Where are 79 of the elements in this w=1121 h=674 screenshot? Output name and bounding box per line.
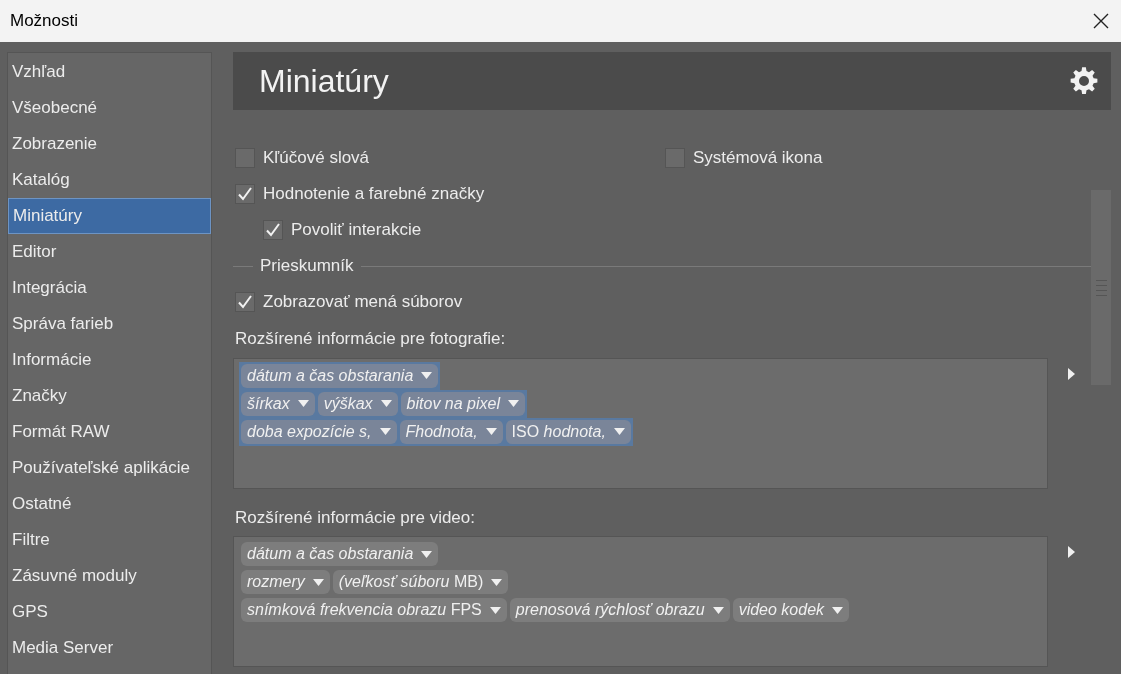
checkmark-icon [265, 222, 281, 238]
tag-text: prenosová rýchlosť obrazu [515, 600, 705, 620]
dropdown-caret-icon [832, 606, 844, 614]
info-tag[interactable]: bitov na pixel [400, 391, 525, 416]
dropdown-caret-icon [613, 428, 625, 435]
info-tag[interactable]: snímková frekvencia obrazu FPS [241, 598, 507, 622]
checkbox-label[interactable]: Hodnotenie a farebné značky [263, 181, 485, 207]
group-title: Prieskumník [259, 255, 355, 278]
sidebar-item[interactable]: Správa farieb [8, 306, 211, 342]
close-icon [1093, 13, 1109, 29]
sidebar-item[interactable]: GPS [8, 594, 211, 630]
sidebar-item[interactable]: Značky [8, 378, 211, 414]
sidebar-item[interactable]: Vzhľad [8, 54, 211, 90]
info-tag[interactable]: dátum a čas obstarania [241, 542, 439, 566]
tag-text: šírkax [247, 393, 290, 414]
tag-text: rozmery [247, 572, 305, 592]
sidebar-item[interactable]: Filtre [8, 522, 211, 558]
tag-text: snímková frekvencia obrazu FPS [247, 600, 482, 620]
tag-text: video kodek [738, 600, 825, 620]
sidebar-item[interactable]: Katalóg [8, 162, 211, 198]
tag-text: dátum a čas obstarania [247, 544, 414, 564]
settings-icon[interactable] [1069, 66, 1099, 96]
expand-arrow-icon[interactable] [1068, 367, 1075, 380]
info-tag[interactable]: (veľkosť súboru MB) [332, 570, 509, 594]
info-tag[interactable]: rozmery [241, 570, 330, 594]
dropdown-caret-icon [507, 400, 519, 407]
dropdown-caret-icon [380, 400, 392, 407]
info-tag[interactable]: Fhodnota, [399, 419, 503, 444]
dropdown-caret-icon [312, 578, 324, 586]
scrollbar[interactable] [1091, 190, 1111, 385]
sidebar-item[interactable]: Všeobecné [8, 90, 211, 126]
info-tag[interactable]: výškax [317, 391, 398, 416]
section-label: Rozšírené informácie pre video: [234, 506, 476, 529]
sidebar-item[interactable]: Media Server [8, 630, 211, 666]
info-tag[interactable]: dátum a čas obstarania [241, 363, 439, 388]
checkbox[interactable] [263, 220, 283, 240]
tag-field[interactable]: dátum a čas obstarania šírkax výškax bitov na pixel doba expozície s, Fhodnota, ISO hodnota, [233, 357, 1048, 489]
sidebar-item[interactable]: Zásuvné moduly [8, 558, 211, 594]
dropdown-caret-icon [485, 428, 497, 435]
info-tag[interactable]: doba expozície s, [241, 419, 397, 444]
info-tag[interactable]: video kodek [732, 598, 850, 622]
dropdown-caret-icon [379, 428, 391, 435]
sidebar-item[interactable]: Formát RAW [8, 414, 211, 450]
expand-arrow-icon[interactable] [1068, 546, 1075, 558]
sidebar-item[interactable]: Zobrazenie [8, 126, 211, 162]
tag-text: dátum a čas obstarania [247, 365, 414, 386]
dropdown-caret-icon [491, 578, 503, 586]
checkbox-label[interactable]: Povoliť interakcie [291, 217, 422, 243]
sidebar-item[interactable]: Ostatné [8, 486, 211, 522]
tag-text: výškax [323, 393, 373, 414]
tag-field[interactable]: dátum a čas obstarania rozmery (veľkosť súboru MB) snímková frekvencia obrazu FPS prenosová rýchlosť obrazu video kodek [233, 536, 1048, 667]
window-title: Možnosti [10, 10, 79, 33]
page-title: Miniatúry [259, 62, 389, 101]
checkbox[interactable] [235, 292, 255, 312]
tag-text: bitov na pixel [406, 393, 500, 414]
checkbox-label[interactable]: Kľúčové slová [263, 145, 370, 171]
tag-text: Fhodnota, [405, 421, 478, 442]
tag-text: (veľkosť súboru MB) [338, 572, 484, 592]
info-tag[interactable]: ISO hodnota, [505, 419, 631, 444]
sidebar-item[interactable]: Miniatúry [8, 198, 211, 234]
checkbox-label[interactable]: Systémová ikona [693, 145, 823, 171]
info-tag[interactable]: šírkax [241, 391, 315, 416]
dropdown-caret-icon [297, 400, 309, 407]
dropdown-caret-icon [421, 550, 433, 558]
sidebar-item[interactable]: Informácie [8, 342, 211, 378]
dropdown-caret-icon [489, 606, 501, 614]
sidebar-item[interactable]: Editor [8, 234, 211, 270]
tag-text: doba expozície s, [247, 421, 372, 442]
checkbox-label[interactable]: Zobrazovať mená súborov [263, 289, 463, 315]
checkmark-icon [237, 186, 253, 202]
section-label: Rozšírené informácie pre fotografie: [234, 328, 507, 350]
dropdown-caret-icon [712, 606, 724, 614]
dropdown-caret-icon [421, 372, 433, 379]
checkmark-icon [237, 294, 253, 310]
tag-text: ISO hodnota, [511, 421, 606, 442]
sidebar-item[interactable]: Integrácia [8, 270, 211, 306]
info-tag[interactable]: prenosová rýchlosť obrazu [509, 598, 730, 622]
sidebar-item[interactable]: Používateľské aplikácie [8, 450, 211, 486]
checkbox[interactable] [235, 184, 255, 204]
